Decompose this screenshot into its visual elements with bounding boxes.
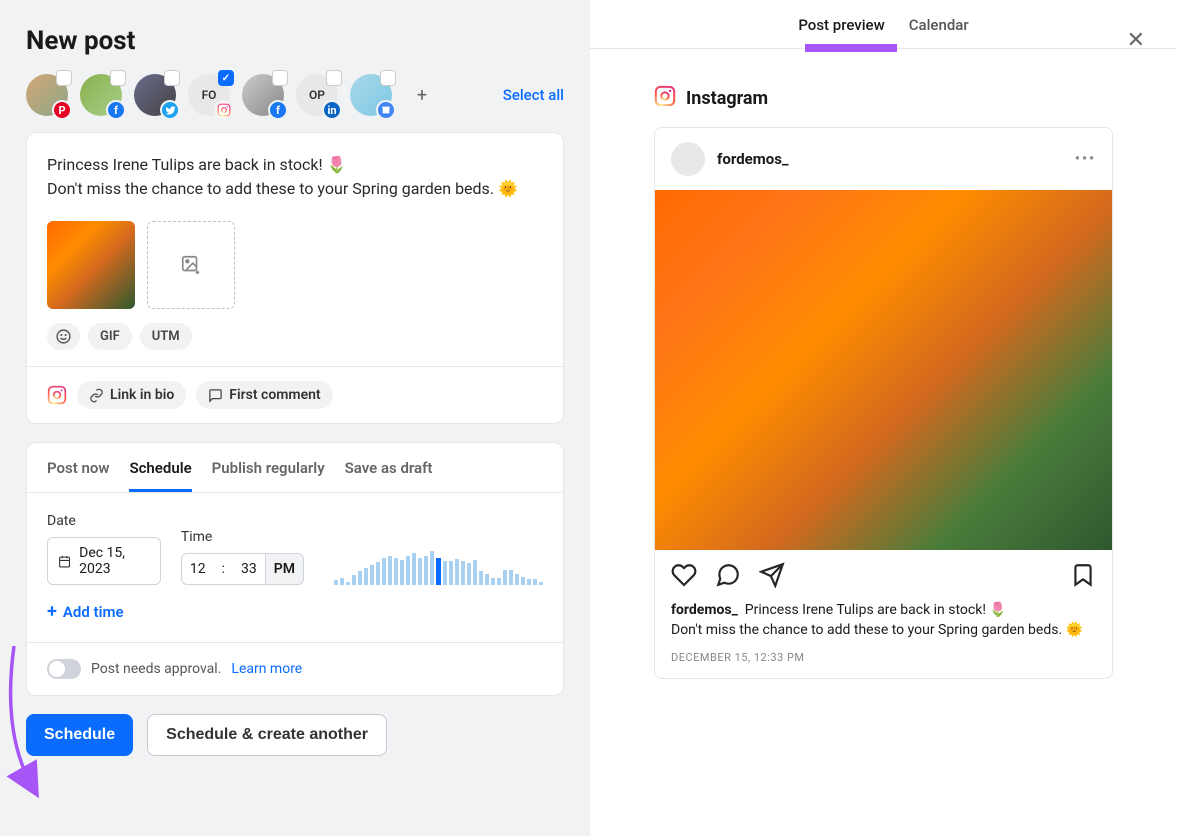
post-line-1: Princess Irene Tulips are back in stock!… xyxy=(47,155,347,174)
approval-label: Post needs approval. xyxy=(91,661,221,677)
instagram-preview-card: fordemos_ ••• fordemos_ Princess Irene T… xyxy=(654,127,1113,679)
account-facebook-1[interactable]: f xyxy=(80,74,122,116)
schedule-card: Post now Schedule Publish regularly Save… xyxy=(26,442,564,696)
preview-username: fordemos_ xyxy=(717,150,789,168)
annotation-underline xyxy=(805,44,897,52)
page-title: New post xyxy=(26,26,564,56)
date-label: Date xyxy=(47,513,161,529)
schedule-button[interactable]: Schedule xyxy=(26,714,133,756)
learn-more-link[interactable]: Learn more xyxy=(231,661,302,677)
post-text-input[interactable]: Princess Irene Tulips are back in stock!… xyxy=(27,133,563,221)
first-comment-button[interactable]: First comment xyxy=(196,381,332,409)
preview-platform-title: Instagram xyxy=(686,88,768,109)
account-instagram[interactable]: FO xyxy=(188,74,230,116)
pinterest-icon: P xyxy=(52,100,72,120)
activity-sparkline xyxy=(334,549,543,585)
linkedin-icon: in xyxy=(322,100,342,120)
preview-avatar xyxy=(671,142,705,176)
comment-icon xyxy=(208,388,223,403)
tab-schedule[interactable]: Schedule xyxy=(129,459,191,492)
gmb-icon xyxy=(376,100,396,120)
preview-timestamp: DECEMBER 15, 12:33 PM xyxy=(655,647,1112,678)
bookmark-icon[interactable] xyxy=(1070,562,1096,588)
calendar-icon xyxy=(58,554,71,569)
instagram-icon xyxy=(654,85,676,111)
heart-icon[interactable] xyxy=(671,562,697,588)
image-plus-icon xyxy=(180,254,202,276)
preview-caption: fordemos_ Princess Irene Tulips are back… xyxy=(655,600,1112,647)
account-twitter[interactable] xyxy=(134,74,176,116)
add-time-button[interactable]: +Add time xyxy=(47,601,543,622)
instagram-icon xyxy=(214,100,234,120)
instagram-icon xyxy=(47,385,67,405)
facebook-icon: f xyxy=(106,100,126,120)
add-account-button[interactable]: + xyxy=(404,77,440,113)
account-linkedin[interactable]: OPin xyxy=(296,74,338,116)
facebook-icon: f xyxy=(268,100,288,120)
select-all-link[interactable]: Select all xyxy=(503,86,564,104)
share-icon[interactable] xyxy=(759,562,785,588)
account-pinterest[interactable]: P xyxy=(26,74,68,116)
more-options-button[interactable]: ••• xyxy=(1075,151,1096,167)
tab-post-now[interactable]: Post now xyxy=(47,459,109,492)
gif-button[interactable]: GIF xyxy=(88,323,132,350)
time-input[interactable]: 12 : 33 PM xyxy=(181,553,304,585)
schedule-create-another-button[interactable]: Schedule & create another xyxy=(147,714,387,756)
link-icon xyxy=(89,388,104,403)
time-label: Time xyxy=(181,529,304,545)
account-gmb[interactable] xyxy=(350,74,392,116)
add-media-button[interactable] xyxy=(147,221,235,309)
media-thumbnail[interactable] xyxy=(47,221,135,309)
tab-calendar[interactable]: Calendar xyxy=(909,16,969,48)
preview-image xyxy=(655,190,1112,550)
tab-save-draft[interactable]: Save as draft xyxy=(345,459,433,492)
utm-button[interactable]: UTM xyxy=(140,323,192,350)
account-facebook-2[interactable]: f xyxy=(242,74,284,116)
emoji-button[interactable] xyxy=(47,323,80,350)
composer-card: Princess Irene Tulips are back in stock!… xyxy=(26,132,564,424)
twitter-icon xyxy=(160,100,180,120)
emoji-icon xyxy=(55,328,72,345)
link-in-bio-button[interactable]: Link in bio xyxy=(77,381,186,409)
approval-toggle[interactable] xyxy=(47,659,81,679)
comment-icon[interactable] xyxy=(715,562,741,588)
date-input[interactable]: Dec 15, 2023 xyxy=(47,537,161,585)
account-selector: P f FO f OPin + Select all xyxy=(26,74,564,116)
post-line-2: Don't miss the chance to add these to yo… xyxy=(47,179,518,198)
tab-publish-regularly[interactable]: Publish regularly xyxy=(212,459,325,492)
